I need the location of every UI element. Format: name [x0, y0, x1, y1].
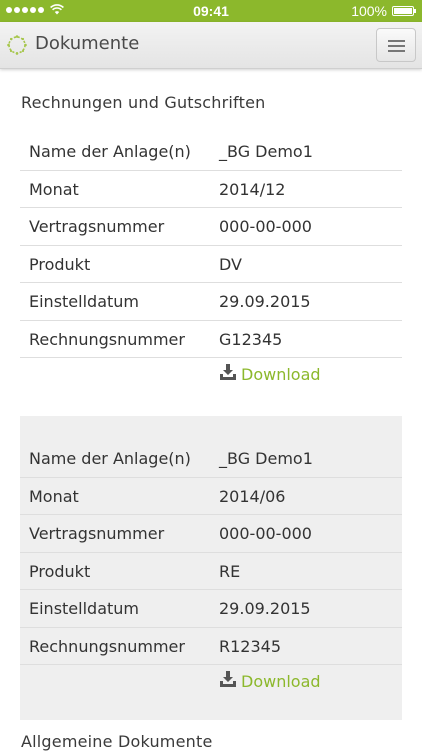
menu-button[interactable] — [376, 28, 416, 62]
document-row: Monat 2014/12 — [20, 171, 402, 208]
battery-icon — [392, 6, 416, 16]
row-value: 2014/12 — [219, 179, 286, 199]
download-link[interactable]: Download — [219, 671, 321, 691]
section-title-invoices: Rechnungen und Gutschriften — [21, 93, 266, 112]
logo-icon — [7, 35, 27, 55]
row-value: 000-00-000 — [219, 217, 312, 236]
row-value: _BG Demo1 — [219, 142, 313, 161]
document-card: Name der Anlage(n) _BG Demo1 Monat 2014/… — [20, 133, 402, 397]
document-row: Name der Anlage(n) _BG Demo1 — [20, 133, 402, 171]
document-row: Vertragsnummer 000-00-000 — [20, 515, 402, 553]
document-row: Monat 2014/06 — [20, 478, 402, 515]
row-value: 2014/06 — [219, 486, 286, 506]
download-link[interactable]: Download — [219, 364, 321, 384]
row-label: Einstelldatum — [29, 599, 139, 618]
row-value: R12345 — [219, 636, 282, 656]
document-row: Name der Anlage(n) _BG Demo1 — [20, 440, 402, 478]
row-label: Vertragsnummer — [29, 217, 165, 236]
document-row: Produkt RE — [20, 553, 402, 590]
row-value: 29.09.2015 — [219, 292, 311, 311]
status-right: 100% — [351, 3, 416, 19]
row-value: DV — [219, 254, 242, 274]
download-row: Download — [20, 358, 402, 397]
row-label: Produkt — [29, 561, 91, 581]
document-row: Rechnungsnummer R12345 — [20, 628, 402, 665]
document-row: Rechnungsnummer G12345 — [20, 321, 402, 358]
download-icon — [220, 364, 236, 380]
download-label: Download — [241, 672, 321, 691]
row-label: Vertragsnummer — [29, 524, 165, 543]
row-label: Monat — [29, 179, 79, 199]
row-value: G12345 — [219, 329, 283, 349]
document-card: Name der Anlage(n) _BG Demo1 Monat 2014/… — [20, 416, 402, 720]
row-label: Name der Anlage(n) — [29, 142, 191, 161]
row-value: 29.09.2015 — [219, 599, 311, 618]
document-row: Vertragsnummer 000-00-000 — [20, 208, 402, 246]
document-row: Einstelldatum 29.09.2015 — [20, 590, 402, 628]
row-label: Monat — [29, 486, 79, 506]
row-label: Einstelldatum — [29, 292, 139, 311]
row-label: Name der Anlage(n) — [29, 449, 191, 468]
document-row: Produkt DV — [20, 246, 402, 283]
row-label: Produkt — [29, 254, 91, 274]
page-title: Dokumente — [35, 33, 140, 54]
row-value: RE — [219, 561, 241, 581]
status-bar: 09:41 100% — [0, 0, 422, 22]
download-icon — [220, 671, 236, 687]
download-label: Download — [241, 365, 321, 384]
row-label: Rechnungsnummer — [29, 329, 185, 349]
app-header: Dokumente — [0, 22, 422, 69]
document-row: Einstelldatum 29.09.2015 — [20, 283, 402, 321]
row-value: _BG Demo1 — [219, 449, 313, 468]
section-title-general: Allgemeine Dokumente — [21, 732, 213, 751]
row-value: 000-00-000 — [219, 524, 312, 543]
download-row: Download — [20, 665, 402, 704]
battery-percent: 100% — [351, 3, 387, 19]
row-label: Rechnungsnummer — [29, 636, 185, 656]
